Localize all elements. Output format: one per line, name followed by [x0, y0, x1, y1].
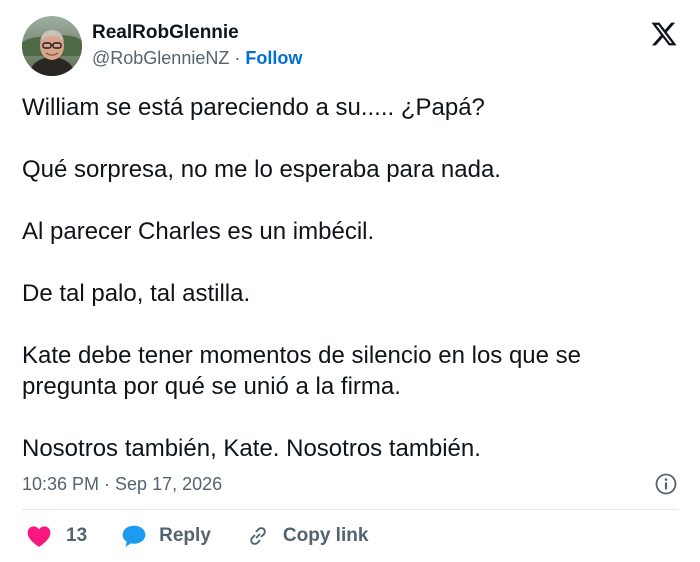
link-icon	[250, 527, 266, 545]
tweet-timestamp[interactable]: 10:36 PM · Sep 17, 2026	[22, 474, 222, 495]
info-icon[interactable]	[654, 472, 678, 496]
tweet-paragraph: William se está pareciendo a su..... ¿Pa…	[22, 94, 485, 121]
tweet-paragraph: De tal palo, tal astilla.	[22, 280, 251, 307]
divider	[22, 509, 678, 510]
like-count: 13	[66, 525, 88, 546]
author-handle-row: @RobGlennieNZ · Follow	[92, 45, 302, 71]
copy-link-button[interactable]: Copy link	[245, 524, 369, 548]
tweet-paragraph: Al parecer Charles es un imbécil.	[22, 218, 375, 245]
tweet-actions: 13 Reply Copy link	[26, 520, 402, 552]
reply-button[interactable]: Reply	[121, 524, 211, 548]
tweet-paragraph: Kate debe tener momentos de silencio en …	[22, 342, 582, 400]
reply-label: Reply	[159, 525, 211, 546]
avatar[interactable]	[22, 16, 82, 76]
follow-button[interactable]: Follow	[245, 45, 302, 71]
speech-bubble-icon	[122, 525, 146, 547]
tweet-paragraph: Qué sorpresa, no me lo esperaba para nad…	[22, 156, 501, 183]
heart-icon	[27, 526, 51, 548]
tweet-body: William se está pareciendo a su..... ¿Pa…	[22, 92, 682, 464]
copy-link-label: Copy link	[282, 525, 369, 546]
tweet-header: RealRobGlennie @RobGlennieNZ · Follow	[22, 15, 302, 77]
author-names: RealRobGlennie @RobGlennieNZ · Follow	[92, 21, 302, 71]
author-display-name[interactable]: RealRobGlennie	[92, 21, 302, 45]
author-handle[interactable]: @RobGlennieNZ	[92, 45, 229, 71]
handle-separator: ·	[234, 48, 241, 68]
tweet-card: RealRobGlennie @RobGlennieNZ · Follow Wi…	[0, 0, 700, 562]
avatar-portrait-icon	[22, 30, 82, 76]
x-logo-icon[interactable]	[650, 20, 678, 48]
tweet-meta: 10:36 PM · Sep 17, 2026	[22, 470, 678, 498]
tweet-paragraph: Nosotros también, Kate. Nosotros también…	[22, 435, 481, 462]
like-button[interactable]: 13	[26, 524, 87, 548]
